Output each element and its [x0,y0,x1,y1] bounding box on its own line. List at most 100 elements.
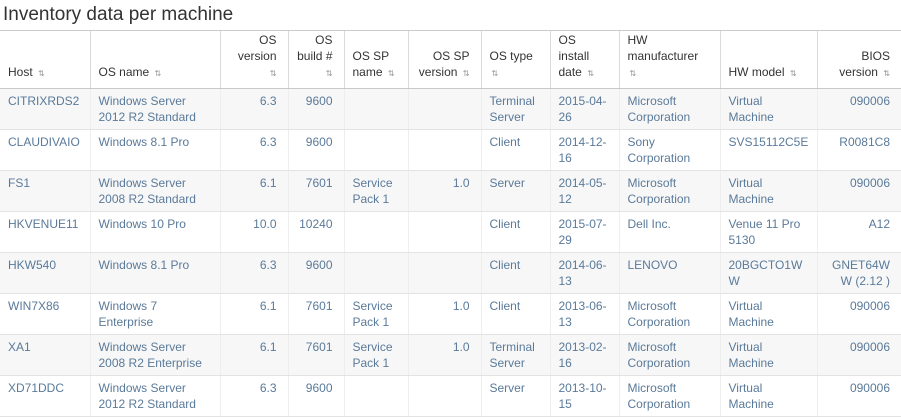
column-header-hw-model[interactable]: HW model ⇅ [720,31,818,89]
table-cell: 10240 [288,211,345,253]
table-row[interactable]: CLAUDIVAIO Windows 8.1 Pro 6.3 9600 Client 20… [0,129,901,171]
table-cell: 2013-06-13 [550,293,620,335]
table-cell: 1.0 [408,293,482,335]
table-cell: 2015-04-26 [550,88,620,130]
sort-arrows-icon[interactable]: ⇅ [883,69,890,78]
table-row[interactable]: CITRIXRDS2 Windows Server 2012 R2 Standar… [0,88,901,130]
table-cell: Microsoft Corporation [619,375,721,417]
table-cell: Microsoft Corporation [619,334,721,376]
sort-arrows-icon[interactable]: ⇅ [326,69,333,78]
table-cell: Dell Inc. [619,211,721,253]
sort-arrows-icon[interactable]: ⇅ [463,69,470,78]
table-cell: Sony Corporation [619,129,721,171]
sort-arrows-icon[interactable]: ⇅ [630,69,637,78]
table-cell [408,375,482,417]
table-row[interactable]: XA1 Windows Server 2008 R2 Enterprise 6.1 7… [0,334,901,376]
table-row[interactable]: HKVENUE11 Windows 10 Pro 10.0 10240 Client 20… [0,211,901,253]
sort-arrows-icon[interactable]: ⇅ [38,69,45,78]
table-cell: Client [481,211,551,253]
column-header-os-sp-version[interactable]: OS SP version ⇅ [408,31,482,89]
table-cell: 2014-06-13 [550,252,620,294]
column-header-label: OS name [98,64,150,79]
column-header-label: OS install date [558,32,590,79]
table-cell: Client [481,293,551,335]
table-cell: Windows 10 Pro [90,211,221,253]
table-cell [344,252,409,294]
header-row: Host ⇅ OS name ⇅ OS version ⇅ OS build # ⇅ O… [0,31,901,89]
table-cell: LENOVO [619,252,721,294]
table-cell: CITRIXRDS2 [0,88,91,130]
table-cell: HKW540 [0,252,91,294]
table-cell: 7601 [288,170,345,212]
sort-arrows-icon[interactable]: ⇅ [587,69,594,78]
table-cell: SVS15112C5E [720,129,818,171]
inventory-table: Host ⇅ OS name ⇅ OS version ⇅ OS build # ⇅ O… [0,31,901,417]
table-cell: Windows Server 2012 R2 Standard [90,375,221,417]
table-cell: WIN7X86 [0,293,91,335]
table-cell: 2013-10-15 [550,375,620,417]
table-cell: 6.3 [220,375,289,417]
column-header-os-name[interactable]: OS name ⇅ [90,31,221,89]
table-cell: Windows Server 2008 R2 Standard [90,170,221,212]
table-cell: Windows 8.1 Pro [90,129,221,171]
column-header-label: OS SP name [352,48,389,79]
table-cell: 1.0 [408,334,482,376]
column-header-hw-manufacturer[interactable]: HW manufacturer ⇅ [619,31,721,89]
sort-arrows-icon[interactable]: ⇅ [270,69,277,78]
table-cell: Virtual Machine [720,334,818,376]
table-cell: Client [481,252,551,294]
table-cell: Venue 11 Pro 5130 [720,211,818,253]
table-body: CITRIXRDS2 Windows Server 2012 R2 Standar… [0,88,901,417]
sort-arrows-icon[interactable]: ⇅ [155,69,162,78]
table-cell [344,211,409,253]
sort-arrows-icon[interactable]: ⇅ [790,69,797,78]
column-header-os-type[interactable]: OS type ⇅ [481,31,551,89]
table-cell: 6.3 [220,252,289,294]
table-row[interactable]: WIN7X86 Windows 7 Enterprise 6.1 7601 Servic… [0,293,901,335]
table-cell: 2013-02-16 [550,334,620,376]
column-header-bios-version[interactable]: BIOS version ⇅ [817,31,901,89]
column-header-os-sp-name[interactable]: OS SP name ⇅ [344,31,409,89]
table-cell: 20BGCTO1WW [720,252,818,294]
table-cell: 9600 [288,88,345,130]
table-cell [344,375,409,417]
table-cell: 090006 [817,88,901,130]
table-cell: 090006 [817,170,901,212]
table-cell [344,88,409,130]
column-header-label: OS SP version [418,48,470,79]
table-cell: 6.1 [220,170,289,212]
table-cell: Service Pack 1 [344,334,409,376]
table-cell: Server [481,170,551,212]
table-cell: 9600 [288,129,345,171]
table-cell [408,211,482,253]
column-header-os-install-date[interactable]: OS install date ⇅ [550,31,620,89]
table-cell: Windows 8.1 Pro [90,252,221,294]
table-cell: 2015-07-29 [550,211,620,253]
column-header-os-build[interactable]: OS build # ⇅ [288,31,345,89]
sort-arrows-icon[interactable]: ⇅ [492,69,499,78]
column-header-host[interactable]: Host ⇅ [0,31,91,89]
table-cell: Virtual Machine [720,88,818,130]
table-cell: Service Pack 1 [344,293,409,335]
table-cell: XD71DDC [0,375,91,417]
table-row[interactable]: FS1 Windows Server 2008 R2 Standard 6.1 760… [0,170,901,212]
table-row[interactable]: HKW540 Windows 8.1 Pro 6.3 9600 Client 2014-0… [0,252,901,294]
table-cell: Microsoft Corporation [619,88,721,130]
table-cell: Microsoft Corporation [619,293,721,335]
sort-arrows-icon[interactable]: ⇅ [388,69,395,78]
table-row[interactable]: XD71DDC Windows Server 2012 R2 Standard 6.… [0,375,901,417]
table-cell: 7601 [288,334,345,376]
table-cell: Server [481,375,551,417]
table-cell: 1.0 [408,170,482,212]
table-cell: 2014-12-16 [550,129,620,171]
table-cell: Windows Server 2012 R2 Standard [90,88,221,130]
table-cell: Microsoft Corporation [619,170,721,212]
table-cell: Terminal Server [481,334,551,376]
table-cell: 6.1 [220,334,289,376]
column-header-os-version[interactable]: OS version ⇅ [220,31,289,89]
table-cell: Windows Server 2008 R2 Enterprise [90,334,221,376]
column-header-label: HW model [728,64,785,79]
table-cell: Service Pack 1 [344,170,409,212]
table-cell: GNET64WW (2.12 ) [817,252,901,294]
table-header: Host ⇅ OS name ⇅ OS version ⇅ OS build # ⇅ O… [0,31,901,89]
